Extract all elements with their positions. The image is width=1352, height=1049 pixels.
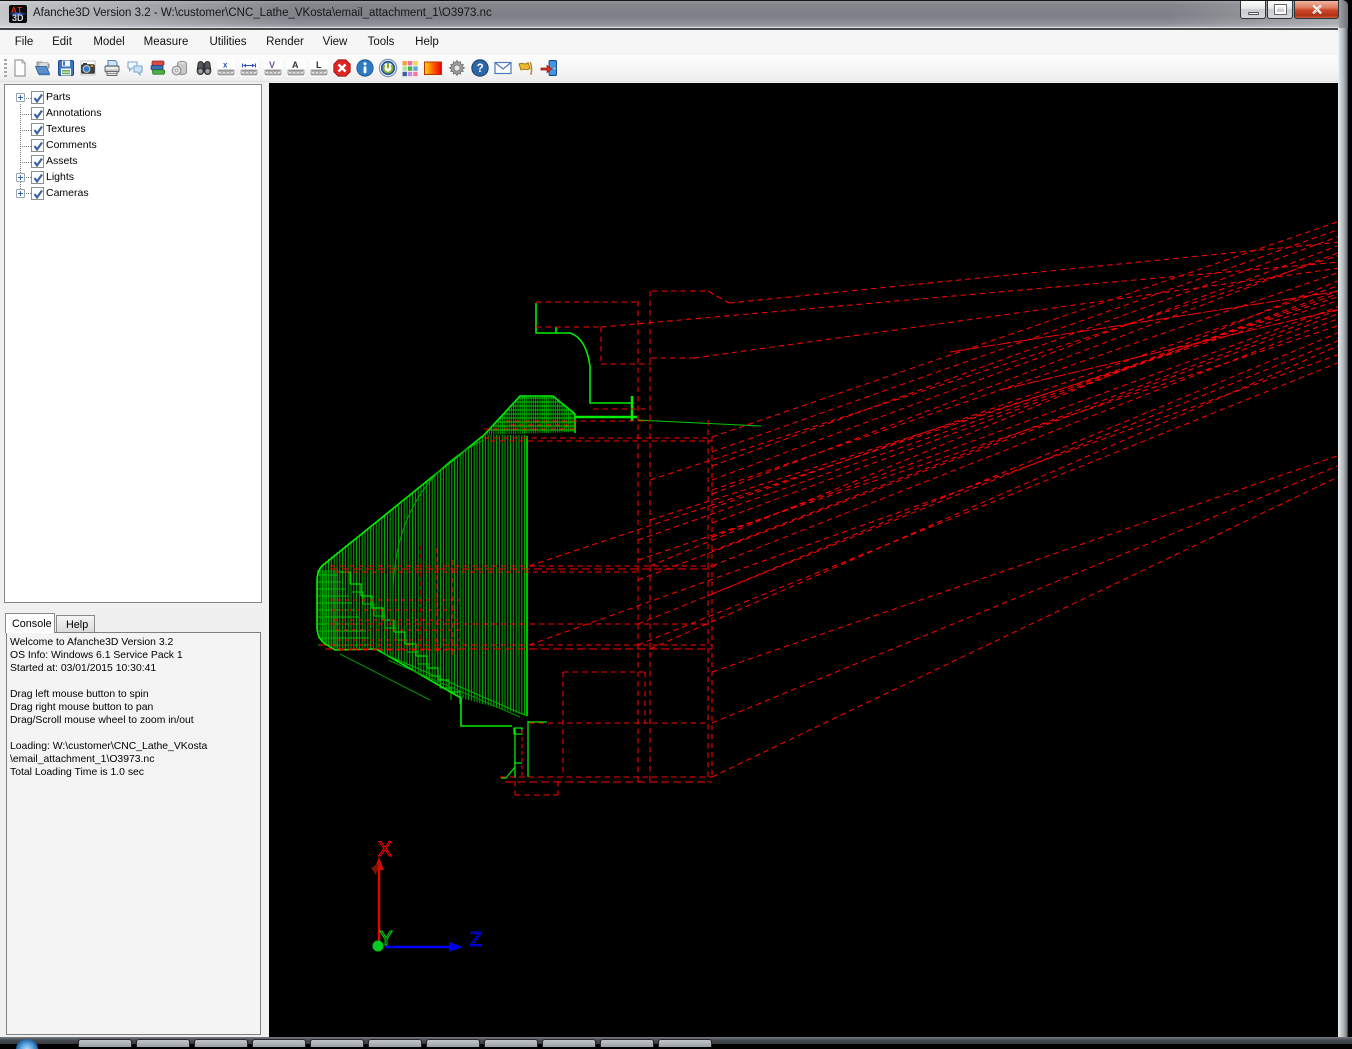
svg-text:?: ?: [477, 63, 484, 75]
svg-text:X: X: [378, 838, 392, 861]
svg-text:V: V: [269, 60, 275, 70]
svg-text:Z: Z: [470, 929, 482, 951]
svg-text:x: x: [223, 61, 228, 70]
svg-text:Y: Y: [379, 928, 392, 950]
svg-text:A: A: [292, 60, 299, 70]
svg-text:L: L: [316, 60, 322, 70]
